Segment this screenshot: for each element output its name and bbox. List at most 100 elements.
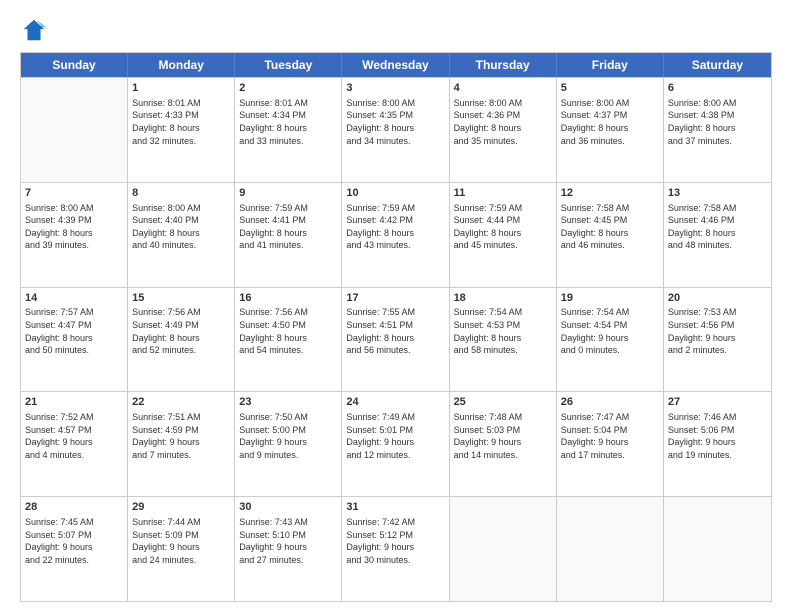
calendar-week-1: 1Sunrise: 8:01 AMSunset: 4:33 PMDaylight… bbox=[21, 77, 771, 182]
day-number: 17 bbox=[346, 291, 444, 306]
day-number: 8 bbox=[132, 186, 230, 201]
cell-content: Sunrise: 8:00 AMSunset: 4:40 PMDaylight:… bbox=[132, 202, 230, 252]
day-number: 23 bbox=[239, 395, 337, 410]
calendar-cell: 23Sunrise: 7:50 AMSunset: 5:00 PMDayligh… bbox=[235, 392, 342, 496]
logo bbox=[20, 16, 52, 44]
cell-content: Sunrise: 7:48 AMSunset: 5:03 PMDaylight:… bbox=[454, 411, 552, 461]
calendar-cell: 31Sunrise: 7:42 AMSunset: 5:12 PMDayligh… bbox=[342, 497, 449, 601]
day-number: 31 bbox=[346, 500, 444, 515]
cell-content: Sunrise: 8:00 AMSunset: 4:38 PMDaylight:… bbox=[668, 97, 767, 147]
calendar-body: 1Sunrise: 8:01 AMSunset: 4:33 PMDaylight… bbox=[21, 77, 771, 601]
cell-content: Sunrise: 7:58 AMSunset: 4:45 PMDaylight:… bbox=[561, 202, 659, 252]
calendar-week-2: 7Sunrise: 8:00 AMSunset: 4:39 PMDaylight… bbox=[21, 182, 771, 287]
calendar-cell: 27Sunrise: 7:46 AMSunset: 5:06 PMDayligh… bbox=[664, 392, 771, 496]
header-cell-friday: Friday bbox=[557, 53, 664, 77]
day-number: 28 bbox=[25, 500, 123, 515]
page: SundayMondayTuesdayWednesdayThursdayFrid… bbox=[0, 0, 792, 612]
cell-content: Sunrise: 7:49 AMSunset: 5:01 PMDaylight:… bbox=[346, 411, 444, 461]
cell-content: Sunrise: 7:47 AMSunset: 5:04 PMDaylight:… bbox=[561, 411, 659, 461]
calendar-week-4: 21Sunrise: 7:52 AMSunset: 4:57 PMDayligh… bbox=[21, 391, 771, 496]
day-number: 27 bbox=[668, 395, 767, 410]
day-number: 20 bbox=[668, 291, 767, 306]
cell-content: Sunrise: 7:56 AMSunset: 4:49 PMDaylight:… bbox=[132, 306, 230, 356]
calendar-cell: 15Sunrise: 7:56 AMSunset: 4:49 PMDayligh… bbox=[128, 288, 235, 392]
header-cell-thursday: Thursday bbox=[450, 53, 557, 77]
calendar-cell: 5Sunrise: 8:00 AMSunset: 4:37 PMDaylight… bbox=[557, 78, 664, 182]
calendar-cell: 9Sunrise: 7:59 AMSunset: 4:41 PMDaylight… bbox=[235, 183, 342, 287]
cell-content: Sunrise: 7:57 AMSunset: 4:47 PMDaylight:… bbox=[25, 306, 123, 356]
calendar-cell: 24Sunrise: 7:49 AMSunset: 5:01 PMDayligh… bbox=[342, 392, 449, 496]
calendar-cell: 29Sunrise: 7:44 AMSunset: 5:09 PMDayligh… bbox=[128, 497, 235, 601]
day-number: 21 bbox=[25, 395, 123, 410]
day-number: 16 bbox=[239, 291, 337, 306]
cell-content: Sunrise: 8:00 AMSunset: 4:36 PMDaylight:… bbox=[454, 97, 552, 147]
calendar-cell: 2Sunrise: 8:01 AMSunset: 4:34 PMDaylight… bbox=[235, 78, 342, 182]
day-number: 6 bbox=[668, 81, 767, 96]
cell-content: Sunrise: 7:46 AMSunset: 5:06 PMDaylight:… bbox=[668, 411, 767, 461]
calendar-week-3: 14Sunrise: 7:57 AMSunset: 4:47 PMDayligh… bbox=[21, 287, 771, 392]
cell-content: Sunrise: 7:50 AMSunset: 5:00 PMDaylight:… bbox=[239, 411, 337, 461]
header-cell-saturday: Saturday bbox=[664, 53, 771, 77]
day-number: 11 bbox=[454, 186, 552, 201]
cell-content: Sunrise: 8:01 AMSunset: 4:33 PMDaylight:… bbox=[132, 97, 230, 147]
calendar-cell: 26Sunrise: 7:47 AMSunset: 5:04 PMDayligh… bbox=[557, 392, 664, 496]
day-number: 7 bbox=[25, 186, 123, 201]
calendar-cell bbox=[557, 497, 664, 601]
day-number: 25 bbox=[454, 395, 552, 410]
cell-content: Sunrise: 7:58 AMSunset: 4:46 PMDaylight:… bbox=[668, 202, 767, 252]
day-number: 18 bbox=[454, 291, 552, 306]
header-cell-sunday: Sunday bbox=[21, 53, 128, 77]
day-number: 12 bbox=[561, 186, 659, 201]
calendar-cell bbox=[664, 497, 771, 601]
cell-content: Sunrise: 8:01 AMSunset: 4:34 PMDaylight:… bbox=[239, 97, 337, 147]
day-number: 22 bbox=[132, 395, 230, 410]
day-number: 30 bbox=[239, 500, 337, 515]
cell-content: Sunrise: 7:45 AMSunset: 5:07 PMDaylight:… bbox=[25, 516, 123, 566]
calendar-week-5: 28Sunrise: 7:45 AMSunset: 5:07 PMDayligh… bbox=[21, 496, 771, 601]
calendar-cell: 19Sunrise: 7:54 AMSunset: 4:54 PMDayligh… bbox=[557, 288, 664, 392]
day-number: 13 bbox=[668, 186, 767, 201]
cell-content: Sunrise: 7:42 AMSunset: 5:12 PMDaylight:… bbox=[346, 516, 444, 566]
calendar-cell: 13Sunrise: 7:58 AMSunset: 4:46 PMDayligh… bbox=[664, 183, 771, 287]
calendar-cell: 8Sunrise: 8:00 AMSunset: 4:40 PMDaylight… bbox=[128, 183, 235, 287]
cell-content: Sunrise: 7:53 AMSunset: 4:56 PMDaylight:… bbox=[668, 306, 767, 356]
cell-content: Sunrise: 7:55 AMSunset: 4:51 PMDaylight:… bbox=[346, 306, 444, 356]
day-number: 9 bbox=[239, 186, 337, 201]
cell-content: Sunrise: 7:52 AMSunset: 4:57 PMDaylight:… bbox=[25, 411, 123, 461]
calendar-cell: 28Sunrise: 7:45 AMSunset: 5:07 PMDayligh… bbox=[21, 497, 128, 601]
cell-content: Sunrise: 7:59 AMSunset: 4:42 PMDaylight:… bbox=[346, 202, 444, 252]
cell-content: Sunrise: 7:59 AMSunset: 4:44 PMDaylight:… bbox=[454, 202, 552, 252]
header-cell-tuesday: Tuesday bbox=[235, 53, 342, 77]
cell-content: Sunrise: 8:00 AMSunset: 4:37 PMDaylight:… bbox=[561, 97, 659, 147]
logo-icon bbox=[20, 16, 48, 44]
calendar-cell: 11Sunrise: 7:59 AMSunset: 4:44 PMDayligh… bbox=[450, 183, 557, 287]
calendar-cell: 25Sunrise: 7:48 AMSunset: 5:03 PMDayligh… bbox=[450, 392, 557, 496]
day-number: 29 bbox=[132, 500, 230, 515]
cell-content: Sunrise: 7:59 AMSunset: 4:41 PMDaylight:… bbox=[239, 202, 337, 252]
day-number: 4 bbox=[454, 81, 552, 96]
day-number: 10 bbox=[346, 186, 444, 201]
cell-content: Sunrise: 7:43 AMSunset: 5:10 PMDaylight:… bbox=[239, 516, 337, 566]
calendar-cell: 1Sunrise: 8:01 AMSunset: 4:33 PMDaylight… bbox=[128, 78, 235, 182]
calendar-cell: 6Sunrise: 8:00 AMSunset: 4:38 PMDaylight… bbox=[664, 78, 771, 182]
cell-content: Sunrise: 8:00 AMSunset: 4:39 PMDaylight:… bbox=[25, 202, 123, 252]
cell-content: Sunrise: 7:44 AMSunset: 5:09 PMDaylight:… bbox=[132, 516, 230, 566]
calendar-cell: 18Sunrise: 7:54 AMSunset: 4:53 PMDayligh… bbox=[450, 288, 557, 392]
day-number: 19 bbox=[561, 291, 659, 306]
day-number: 2 bbox=[239, 81, 337, 96]
day-number: 26 bbox=[561, 395, 659, 410]
calendar-cell: 7Sunrise: 8:00 AMSunset: 4:39 PMDaylight… bbox=[21, 183, 128, 287]
day-number: 1 bbox=[132, 81, 230, 96]
calendar-cell: 14Sunrise: 7:57 AMSunset: 4:47 PMDayligh… bbox=[21, 288, 128, 392]
calendar-cell: 10Sunrise: 7:59 AMSunset: 4:42 PMDayligh… bbox=[342, 183, 449, 287]
day-number: 15 bbox=[132, 291, 230, 306]
cell-content: Sunrise: 7:51 AMSunset: 4:59 PMDaylight:… bbox=[132, 411, 230, 461]
cell-content: Sunrise: 8:00 AMSunset: 4:35 PMDaylight:… bbox=[346, 97, 444, 147]
day-number: 5 bbox=[561, 81, 659, 96]
calendar-cell: 22Sunrise: 7:51 AMSunset: 4:59 PMDayligh… bbox=[128, 392, 235, 496]
calendar-cell bbox=[21, 78, 128, 182]
header-cell-wednesday: Wednesday bbox=[342, 53, 449, 77]
header bbox=[20, 16, 772, 44]
day-number: 14 bbox=[25, 291, 123, 306]
calendar-cell bbox=[450, 497, 557, 601]
